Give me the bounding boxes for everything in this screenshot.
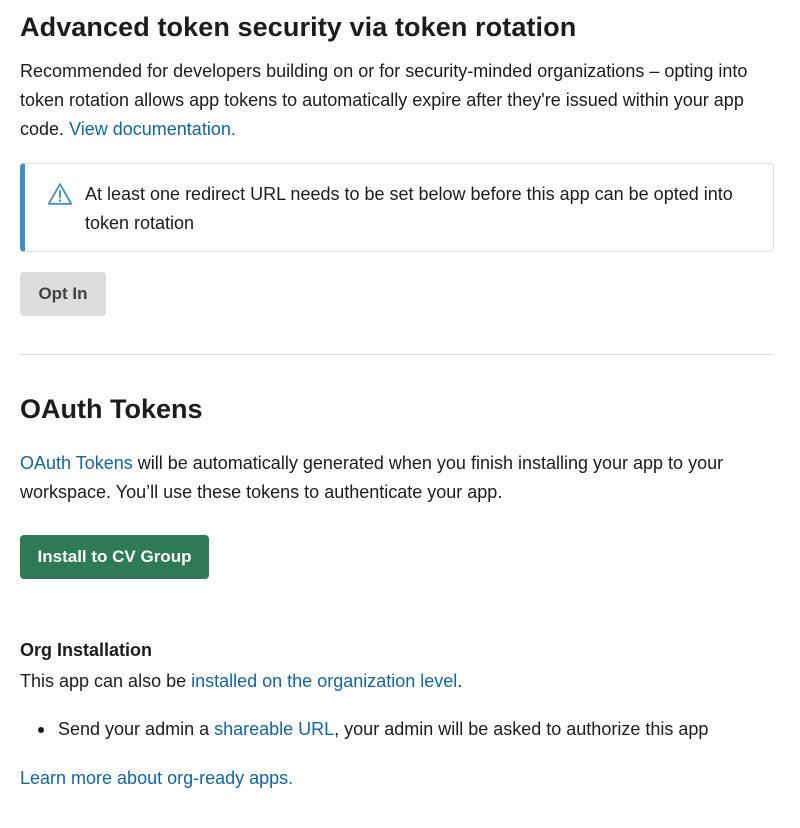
org-install-options-list: Send your admin a shareable URL, your ad… [20,715,708,744]
opt-in-button[interactable]: Opt In [20,272,106,316]
section-divider [20,354,774,355]
learn-more-org-ready-apps-link[interactable]: Learn more about org-ready apps. [20,764,293,793]
token-rotation-description: Recommended for developers building on o… [20,57,780,144]
token-rotation-title: Advanced token security via token rotati… [20,12,577,42]
callout-text: At least one redirect URL needs to be se… [85,184,733,233]
bullet-dot [38,727,44,733]
org-installation-title: Org Installation [20,640,153,660]
org-desc-prefix: This app can also be [20,671,192,691]
oauth-tokens-link[interactable]: OAuth Tokens [20,453,133,473]
view-documentation-link[interactable]: View documentation. [69,119,236,139]
org-installation-description: This app can also be installed on the or… [20,667,462,696]
app-settings-page: Advanced token security via token rotati… [0,0,800,828]
bullet-suffix: , your admin will be asked to authorize … [334,719,709,739]
org-desc-suffix: . [457,671,463,691]
oauth-tokens-description: OAuth Tokens will be automatically gener… [20,449,780,507]
redirect-url-warning-callout: At least one redirect URL needs to be se… [20,163,774,252]
list-item: Send your admin a shareable URL, your ad… [20,715,708,744]
warning-triangle-icon [47,183,73,205]
oauth-tokens-title: OAuth Tokens [20,394,203,424]
bullet-prefix: Send your admin a [58,719,215,739]
org-level-install-link[interactable]: installed on the organization level [191,671,457,691]
shareable-url-link[interactable]: shareable URL [214,719,334,739]
install-to-workspace-button[interactable]: Install to CV Group [20,535,209,579]
